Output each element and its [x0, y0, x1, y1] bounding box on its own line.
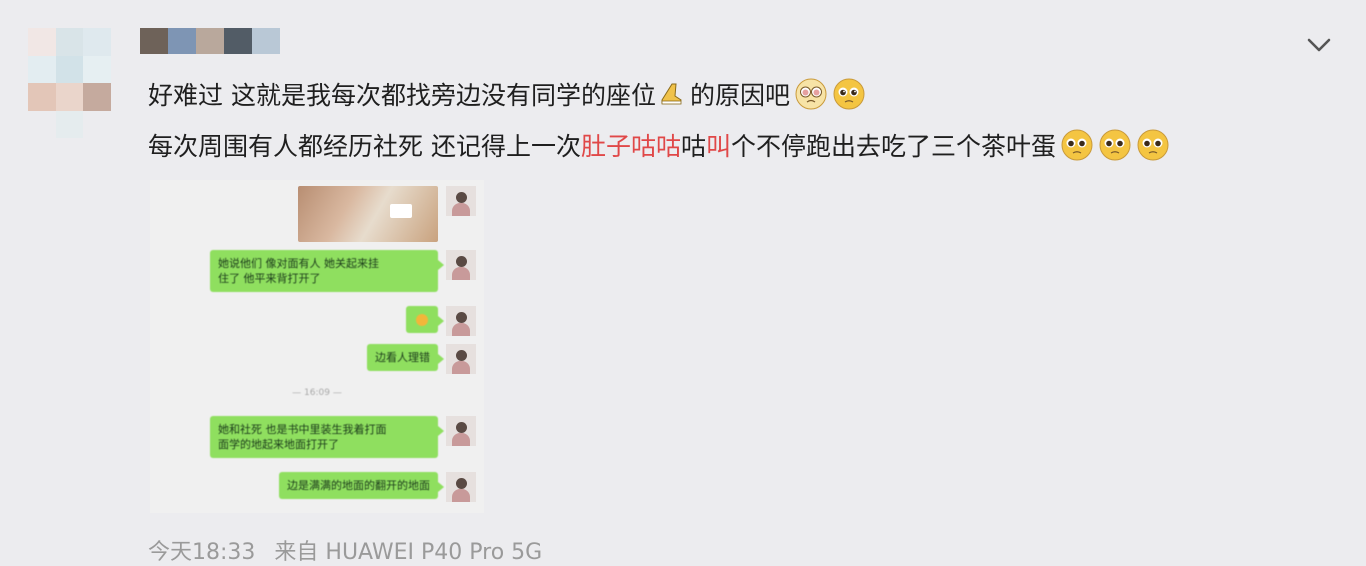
avatar-pixel [110, 110, 138, 138]
post-meta: 今天18:33 来自 HUAWEI P40 Pro 5G [148, 534, 554, 566]
sneaker-emoji-icon [658, 81, 684, 107]
chat-bubble-emoji [406, 306, 444, 333]
chat-avatar [446, 186, 476, 216]
username-pixel [196, 28, 224, 54]
chat-message-row: 她说他们 像对面有人 她关起来挂 住了 他平来背打开了 [210, 250, 476, 292]
chat-avatar [446, 416, 476, 446]
chat-avatar [446, 250, 476, 280]
avatar-pixel [55, 83, 83, 111]
chat-bubble: 她和社死 也是书中里装生我着打面 面学的地起来地面打开了 [210, 416, 444, 458]
pleading-face-emoji-icon [794, 77, 828, 111]
avatar-pixel [28, 110, 56, 138]
chat-avatar [446, 306, 476, 336]
chat-message-row [406, 306, 476, 336]
post-text: 咕 [680, 132, 706, 161]
avatar-pixel [83, 28, 111, 56]
post-text-line-2: 每次周围有人都经历社死 还记得上一次 肚子咕咕 咕 叫 个不停跑出去吃了三个茶叶… [148, 127, 1170, 163]
chat-time-divider: — 16:09 — [292, 388, 342, 398]
avatar-pixel [28, 83, 56, 111]
chevron-down-icon[interactable] [1304, 30, 1334, 60]
teary-face-emoji-icon [832, 77, 866, 111]
chat-message-row [298, 186, 476, 242]
username-pixel [224, 28, 252, 54]
post-text: 个不停跑出去吃了三个茶叶蛋 [731, 132, 1057, 161]
post-source: 来自 HUAWEI P40 Pro 5G [274, 540, 543, 565]
user-avatar[interactable] [28, 28, 138, 138]
chat-photo-message [298, 186, 438, 242]
avatar-pixel [55, 28, 83, 56]
chat-message-row: 边看人理错 [367, 344, 476, 374]
avatar-pixel [110, 83, 138, 111]
post-hashtag-highlight[interactable]: 肚子咕咕 [581, 127, 681, 163]
username-pixel [252, 28, 280, 54]
chat-screenshot-image[interactable]: 她说他们 像对面有人 她关起来挂 住了 他平来背打开了 边看人理错 — 16:0… [150, 180, 484, 513]
avatar-pixel [55, 55, 83, 83]
avatar-pixel [83, 55, 111, 83]
emoji-icon [416, 314, 428, 326]
chat-bubble: 她说他们 像对面有人 她关起来挂 住了 他平来背打开了 [210, 250, 444, 292]
chat-message-row: 边是满满的地面的翻开的地面 [279, 472, 476, 502]
avatar-pixel [110, 28, 138, 56]
teary-face-emoji-icon [1136, 128, 1170, 162]
post-text-line-1: 好难过 这就是我每次都找旁边没有同学的座位 的原因吧 [148, 76, 866, 112]
avatar-pixel [28, 28, 56, 56]
post-text: 的原因吧 [689, 81, 790, 110]
chat-avatar [446, 344, 476, 374]
post-hashtag-highlight[interactable]: 叫 [706, 127, 731, 163]
post-text: 每次周围有人都经历社死 还记得上一次 [148, 132, 581, 161]
avatar-pixel [55, 110, 83, 138]
avatar-pixel [28, 55, 56, 83]
avatar-pixel [110, 55, 138, 83]
teary-face-emoji-icon [1098, 128, 1132, 162]
photo-detail [390, 204, 412, 218]
post-time: 今天18:33 [148, 540, 256, 565]
avatar-pixel [83, 83, 111, 111]
post-text: 好难过 这就是我每次都找旁边没有同学的座位 [148, 81, 656, 110]
username-censored[interactable] [140, 28, 280, 54]
chat-bubble: 边看人理错 [367, 344, 444, 371]
chat-avatar [446, 472, 476, 502]
username-pixel [140, 28, 168, 54]
avatar-pixel [83, 110, 111, 138]
teary-face-emoji-icon [1060, 128, 1094, 162]
username-pixel [168, 28, 196, 54]
chat-bubble: 边是满满的地面的翻开的地面 [279, 472, 444, 499]
chat-message-row: 她和社死 也是书中里装生我着打面 面学的地起来地面打开了 [210, 416, 476, 458]
